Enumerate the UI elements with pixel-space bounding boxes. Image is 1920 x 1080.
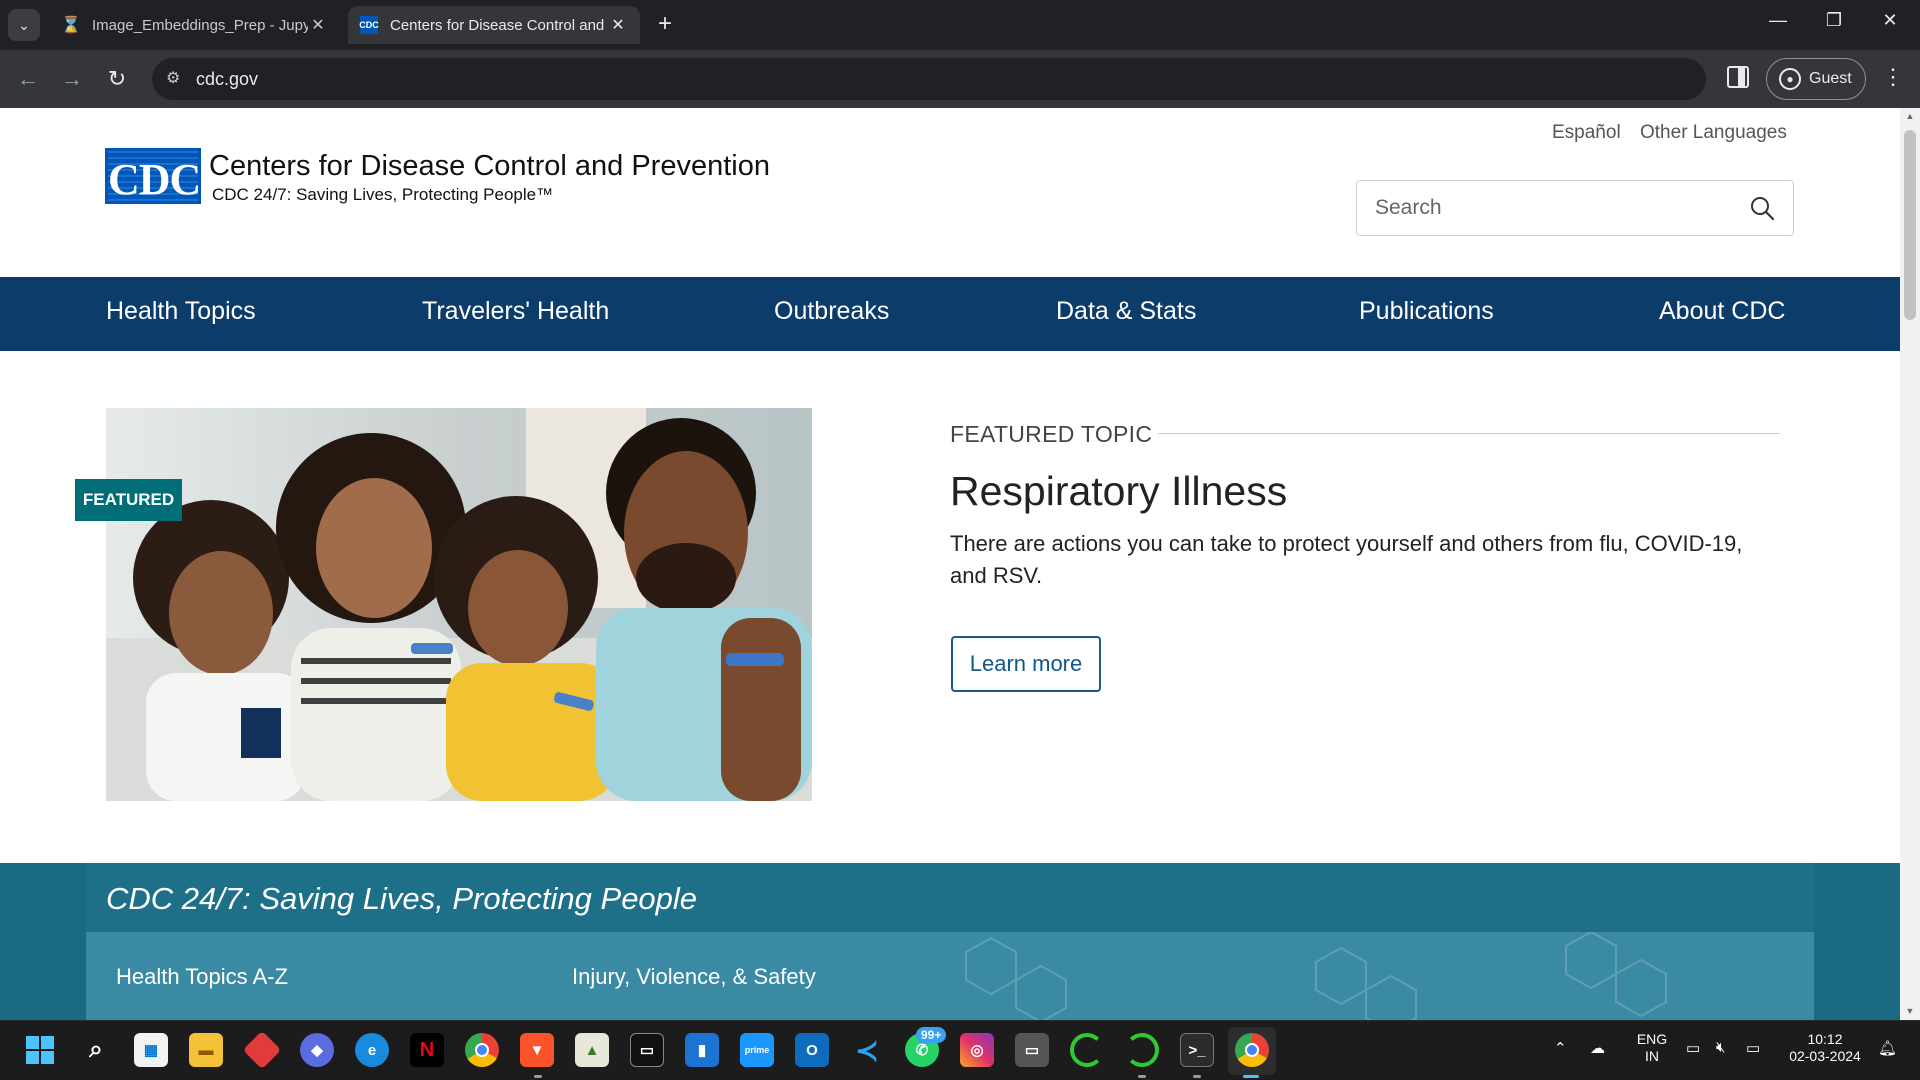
- cdc-favicon-icon: CDC: [359, 16, 379, 34]
- notification-badge: 99+: [916, 1027, 947, 1043]
- nav-travelers-health[interactable]: Travelers' Health: [422, 297, 609, 326]
- close-tab-icon[interactable]: ✕: [308, 15, 328, 35]
- link-injury-violence-safety[interactable]: Injury, Violence, & Safety: [572, 964, 816, 990]
- reload-icon[interactable]: ↻: [101, 63, 133, 95]
- agency-name[interactable]: Centers for Disease Control and Preventi…: [209, 150, 770, 183]
- nav-about-cdc[interactable]: About CDC: [1659, 297, 1785, 326]
- web-page: CDC Centers for Disease Control and Prev…: [0, 108, 1900, 1020]
- tab-jupyter[interactable]: ⌛ Image_Embeddings_Prep - Jupyter ✕: [50, 6, 340, 44]
- featured-title[interactable]: Respiratory Illness: [950, 468, 1287, 515]
- time-text: 10:12: [1807, 1031, 1843, 1047]
- input-language[interactable]: ENG IN: [1632, 1031, 1672, 1065]
- espanol-link[interactable]: Español: [1552, 122, 1621, 144]
- nav-data-stats[interactable]: Data & Stats: [1056, 297, 1196, 326]
- browser-toolbar: ← → ↻ ⚙ cdc.gov ● Guest ⋮: [0, 50, 1920, 108]
- menu-icon[interactable]: ⋮: [1882, 64, 1904, 90]
- file-explorer-icon[interactable]: ▬: [189, 1033, 223, 1067]
- url-text: cdc.gov: [196, 68, 259, 89]
- terminal-window-icon[interactable]: ▭: [630, 1033, 664, 1067]
- logo-text: CDC: [108, 155, 201, 204]
- copilot-icon[interactable]: ◆: [300, 1033, 334, 1067]
- scroll-down-icon[interactable]: ▼: [1904, 1006, 1916, 1016]
- profile-icon: ●: [1779, 68, 1801, 90]
- date-text: 02-03-2024: [1789, 1048, 1861, 1064]
- restore-icon[interactable]: ❐: [1814, 10, 1854, 31]
- tab-title: Centers for Disease Control and Preventi…: [390, 16, 608, 34]
- tab-search-button[interactable]: ⌄: [8, 9, 40, 41]
- search-icon[interactable]: [1749, 195, 1775, 221]
- brave-icon[interactable]: ▼: [520, 1033, 554, 1067]
- netflix-icon[interactable]: N: [410, 1033, 444, 1067]
- profile-button[interactable]: ● Guest: [1766, 58, 1866, 100]
- profile-label: Guest: [1809, 70, 1852, 87]
- hourglass-icon: ⌛: [61, 17, 81, 34]
- link-health-topics-az[interactable]: Health Topics A-Z: [116, 964, 288, 990]
- chrome-active-icon[interactable]: [1235, 1033, 1269, 1067]
- chrome-icon[interactable]: [465, 1033, 499, 1067]
- app-green-ring-2-icon[interactable]: [1125, 1033, 1159, 1067]
- outlook-icon[interactable]: O: [795, 1033, 829, 1067]
- side-panel-icon[interactable]: [1727, 66, 1749, 88]
- clock[interactable]: 10:12 02-03-2024: [1780, 1031, 1870, 1065]
- app-red-diamond-icon[interactable]: [242, 1030, 282, 1070]
- prime-video-icon[interactable]: prime: [740, 1033, 774, 1067]
- new-tab-button[interactable]: +: [650, 10, 680, 38]
- language-code: ENG: [1636, 1031, 1668, 1047]
- nav-publications[interactable]: Publications: [1359, 297, 1494, 326]
- photo-app-icon[interactable]: ▲: [575, 1033, 609, 1067]
- section-header: CDC 24/7: Saving Lives, Protecting Peopl…: [86, 863, 1814, 932]
- browser-tab-strip: ⌄ ⌛ Image_Embeddings_Prep - Jupyter ✕ CD…: [0, 0, 1920, 50]
- edge-icon[interactable]: e: [355, 1033, 389, 1067]
- start-icon[interactable]: [23, 1033, 57, 1067]
- battery-icon[interactable]: ▭: [1746, 1039, 1760, 1057]
- learn-more-button[interactable]: Learn more: [951, 636, 1101, 692]
- featured-topic-label: FEATURED TOPIC: [950, 421, 1153, 447]
- main-navigation: Health Topics Travelers' Health Outbreak…: [0, 277, 1900, 351]
- region-code: IN: [1645, 1048, 1659, 1064]
- header-tagline: CDC 24/7: Saving Lives, Protecting Peopl…: [212, 185, 554, 204]
- featured-badge: FEATURED: [75, 479, 182, 521]
- search-box: [1356, 180, 1794, 236]
- tab-title: Image_Embeddings_Prep - Jupyter: [92, 16, 308, 34]
- section-links: Health Topics A-Z Injury, Violence, & Sa…: [86, 932, 1814, 1020]
- notifications-icon[interactable]: 🔔︎: [1878, 1039, 1897, 1057]
- page-scrollbar[interactable]: ▲ ▼: [1900, 108, 1920, 1020]
- scroll-up-icon[interactable]: ▲: [1904, 111, 1916, 121]
- tab-cdc[interactable]: CDC Centers for Disease Control and Prev…: [348, 6, 640, 44]
- cdc-247-section: CDC 24/7: Saving Lives, Protecting Peopl…: [0, 863, 1900, 1020]
- taskbar: ⌕ ▦ ▬ ◆ e N ▼ ▲ ▭ ▮ prime O ≺ ✆ 99+ ◎ ▭ …: [0, 1020, 1920, 1080]
- section-heading: CDC 24/7: Saving Lives, Protecting Peopl…: [106, 881, 698, 916]
- close-window-icon[interactable]: ✕: [1870, 10, 1910, 31]
- featured-description: There are actions you can take to protec…: [950, 531, 1743, 588]
- app-gray-icon[interactable]: ▭: [1015, 1033, 1049, 1067]
- store-icon[interactable]: ▦: [134, 1033, 168, 1067]
- nav-health-topics[interactable]: Health Topics: [106, 297, 256, 326]
- back-icon[interactable]: ←: [12, 63, 44, 95]
- other-languages-link[interactable]: Other Languages: [1640, 122, 1787, 144]
- app-green-ring-icon[interactable]: [1070, 1033, 1104, 1067]
- scroll-thumb[interactable]: [1904, 130, 1916, 320]
- volume-muted-icon[interactable]: 🔇︎: [1716, 1039, 1725, 1056]
- show-hidden-icons-icon[interactable]: ⌃: [1554, 1039, 1567, 1057]
- powershell-icon[interactable]: >_: [1180, 1033, 1214, 1067]
- onedrive-icon[interactable]: ☁: [1590, 1039, 1605, 1057]
- address-bar[interactable]: ⚙ cdc.gov: [152, 58, 1706, 100]
- search-input[interactable]: [1357, 181, 1737, 235]
- hexagon-pattern: [965, 932, 1667, 1020]
- close-tab-icon[interactable]: ✕: [608, 15, 628, 35]
- blue-app-icon[interactable]: ▮: [685, 1033, 719, 1067]
- featured-image[interactable]: [106, 408, 812, 801]
- search-taskbar-icon[interactable]: ⌕: [79, 1033, 113, 1067]
- nav-outbreaks[interactable]: Outbreaks: [774, 297, 889, 326]
- site-settings-icon[interactable]: ⚙: [166, 68, 180, 88]
- instagram-icon[interactable]: ◎: [960, 1033, 994, 1067]
- network-icon[interactable]: ▭: [1686, 1039, 1700, 1057]
- vscode-icon[interactable]: ≺: [850, 1033, 884, 1067]
- minimize-icon[interactable]: —: [1758, 10, 1798, 31]
- forward-icon[interactable]: →: [56, 63, 88, 95]
- featured-divider: [1158, 433, 1780, 434]
- cdc-logo[interactable]: CDC: [105, 148, 201, 204]
